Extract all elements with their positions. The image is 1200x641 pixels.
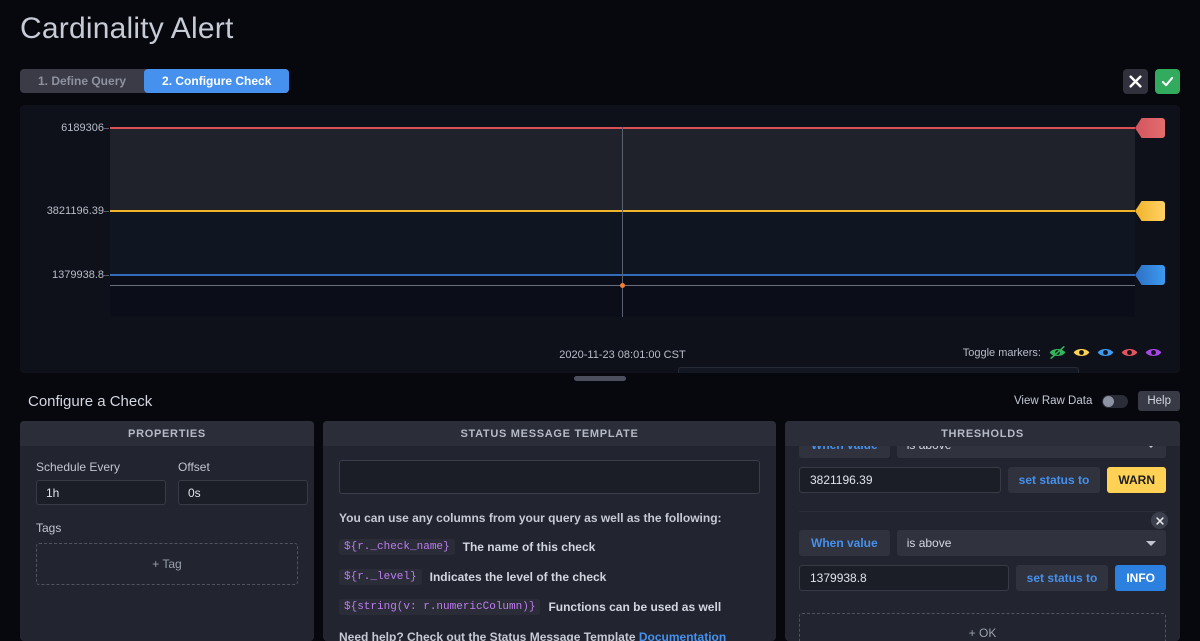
eye-icon-purple[interactable]: [1145, 346, 1162, 359]
status-message-hint: You can use any columns from your query …: [339, 511, 760, 525]
eye-off-icon-green[interactable]: [1049, 346, 1066, 359]
y-tick-label: 3821196.39: [47, 205, 104, 217]
threshold-condition-select[interactable]: is above: [897, 530, 1166, 556]
offset-field: Offset 0s: [178, 460, 308, 505]
when-value-button[interactable]: When value: [799, 446, 890, 458]
close-icon: [1156, 517, 1164, 525]
configure-title: Configure a Check: [28, 393, 152, 410]
set-status-label[interactable]: set status to: [1016, 565, 1109, 591]
threshold-level-info[interactable]: INFO: [1115, 565, 1166, 591]
add-tag-button[interactable]: + Tag: [36, 543, 298, 585]
template-variable-row: ${r._level} Indicates the level of the c…: [339, 569, 760, 585]
offset-input[interactable]: 0s: [178, 480, 308, 505]
save-button[interactable]: [1155, 69, 1180, 94]
eye-icon-red[interactable]: [1121, 346, 1138, 359]
when-value-button[interactable]: When value: [799, 530, 890, 556]
header-actions: [1123, 69, 1180, 94]
threshold-handle-crit[interactable]: [1135, 118, 1165, 138]
thresholds-panel-body[interactable]: When value is above 3821196.39 set statu…: [785, 446, 1180, 641]
remove-threshold-button[interactable]: [1151, 512, 1168, 529]
chevron-down-icon: [1146, 541, 1156, 546]
schedule-every-input[interactable]: 1h: [36, 480, 166, 505]
status-message-footer: Need help? Check out the Status Message …: [339, 630, 760, 641]
y-axis-labels: 6189306 3821196.39 1379938.8: [20, 127, 104, 317]
add-ok-threshold-button[interactable]: + OK: [799, 613, 1166, 641]
y-axis-tick: [104, 211, 109, 212]
y-axis-tick: [104, 128, 109, 129]
help-button[interactable]: Help: [1138, 391, 1180, 411]
properties-panel-title: PROPERTIES: [20, 421, 314, 446]
set-status-label[interactable]: set status to: [1008, 467, 1101, 493]
toggle-markers-label: Toggle markers:: [963, 347, 1041, 359]
schedule-every-field: Schedule Every 1h: [36, 460, 166, 505]
panel-resize-handle[interactable]: [574, 376, 626, 381]
tags-label: Tags: [36, 521, 61, 535]
configure-panels: PROPERTIES Schedule Every 1h Offset 0s T…: [20, 421, 1180, 641]
properties-panel-body: Schedule Every 1h Offset 0s Tags + Tag: [20, 446, 314, 641]
check-graph-card: 6189306 3821196.39 1379938.8 2020-11-23 …: [20, 105, 1180, 373]
threshold-level-warn[interactable]: WARN: [1107, 467, 1166, 493]
threshold-condition-value: is above: [907, 536, 952, 550]
y-tick-label: 1379938.8: [52, 269, 104, 281]
template-variable-desc: Indicates the level of the check: [430, 570, 607, 584]
documentation-link[interactable]: Documentation: [639, 630, 726, 641]
offset-label: Offset: [178, 460, 308, 474]
y-axis-tick: [104, 275, 109, 276]
threshold-value-row: 1379938.8 set status to INFO: [799, 565, 1166, 591]
template-variable-code: ${string(v: r.numericColumn)}: [339, 599, 540, 615]
toggle-knob: [1103, 396, 1114, 407]
chevron-down-icon: [1146, 446, 1156, 448]
check-icon: [1161, 75, 1174, 88]
threshold-condition-row: When value is above: [799, 530, 1166, 556]
threshold-item-info: When value is above 1379938.8 set status…: [799, 511, 1166, 605]
close-icon: [1129, 75, 1142, 88]
eye-icon-yellow[interactable]: [1073, 346, 1090, 359]
threshold-handle-warn[interactable]: [1135, 201, 1165, 221]
view-raw-data-label: View Raw Data: [1014, 395, 1092, 407]
configure-bar-actions: View Raw Data Help: [1014, 391, 1180, 411]
schedule-every-label: Schedule Every: [36, 460, 166, 474]
threshold-value-row: 3821196.39 set status to WARN: [799, 467, 1166, 493]
threshold-condition-row: When value is above: [799, 446, 1166, 458]
properties-panel: PROPERTIES Schedule Every 1h Offset 0s T…: [20, 421, 314, 641]
data-point-marker: [620, 283, 625, 288]
template-variable-code: ${r._check_name}: [339, 539, 455, 555]
template-variable-row: ${r._check_name} The name of this check: [339, 539, 760, 555]
tab-configure-check[interactable]: 2. Configure Check: [144, 69, 289, 93]
threshold-value-input[interactable]: 1379938.8: [799, 565, 1009, 591]
threshold-condition-value: is above: [907, 446, 952, 452]
threshold-value-input[interactable]: 3821196.39: [799, 467, 1001, 493]
thresholds-panel-title: THRESHOLDS: [785, 421, 1180, 446]
configure-bar: Configure a Check View Raw Data Help: [20, 385, 1180, 417]
hover-tooltip: _time 2020-11-23 08:01:00 CST _value 111…: [678, 367, 1079, 373]
plot-area[interactable]: 2020-11-23 08:01:00 CST: [110, 127, 1135, 317]
status-message-footer-text: Need help? Check out the Status Message …: [339, 630, 639, 641]
status-message-panel-title: STATUS MESSAGE TEMPLATE: [323, 421, 776, 446]
template-variable-code: ${r._level}: [339, 569, 422, 585]
hover-crosshair: [622, 127, 623, 317]
template-variable-desc: The name of this check: [463, 540, 596, 554]
status-message-panel: STATUS MESSAGE TEMPLATE You can use any …: [323, 421, 776, 641]
wizard-tabs: 1. Define Query 2. Configure Check: [20, 69, 289, 93]
threshold-condition-select[interactable]: is above: [897, 446, 1166, 458]
toggle-markers: Toggle markers:: [963, 346, 1162, 359]
cancel-button[interactable]: [1123, 69, 1148, 94]
tab-define-query[interactable]: 1. Define Query: [20, 69, 144, 93]
tags-field: Tags + Tag: [36, 519, 298, 585]
threshold-item-warn: When value is above 3821196.39 set statu…: [799, 446, 1166, 507]
template-variable-row: ${string(v: r.numericColumn)} Functions …: [339, 599, 760, 615]
status-message-textarea[interactable]: [339, 460, 760, 494]
eye-icon-blue[interactable]: [1097, 346, 1114, 359]
thresholds-panel: THRESHOLDS When value is above 3821196.3…: [785, 421, 1180, 641]
schedule-offset-row: Schedule Every 1h Offset 0s: [36, 460, 298, 505]
threshold-handle-info[interactable]: [1135, 265, 1165, 285]
template-variable-desc: Functions can be used as well: [548, 600, 721, 614]
status-message-panel-body: You can use any columns from your query …: [323, 446, 776, 641]
view-raw-data-toggle[interactable]: [1102, 395, 1128, 408]
page-title: Cardinality Alert: [20, 12, 234, 46]
y-tick-label: 6189306: [61, 122, 104, 134]
